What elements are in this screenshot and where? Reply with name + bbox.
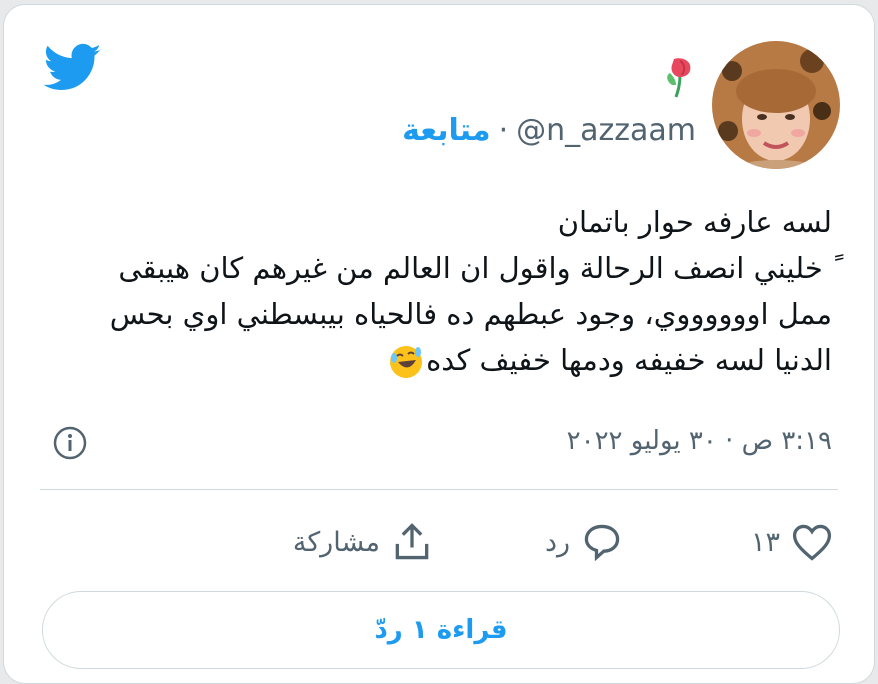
author-handle-line: متابعة · @n_azzaam xyxy=(402,109,696,153)
reply-bubble-icon xyxy=(584,524,620,562)
tweet-line-4: الدنيا لسه خفيفه ودمها خفيف كده xyxy=(426,343,832,377)
info-icon[interactable] xyxy=(52,425,88,461)
tweet-line-2: ً خليني انصف الرحالة واقول ان العالم من … xyxy=(118,251,832,285)
like-count: ١٣ xyxy=(750,526,780,558)
tweet-text: لسه عارفه حوار باتمان ً خليني انصف الرحا… xyxy=(32,199,832,383)
share-label: مشاركة xyxy=(292,526,380,558)
twitter-bird-icon[interactable] xyxy=(44,43,102,93)
tweet-timestamp[interactable]: ٣:١٩ ص · ٣٠ يوليو ٢٠٢٢ xyxy=(567,419,832,463)
tweet-line-4-wrap: الدنيا لسه خفيفه ودمها خفيف كده xyxy=(32,337,832,383)
follow-button[interactable]: متابعة xyxy=(402,113,490,148)
like-button[interactable]: ١٣ xyxy=(741,517,834,567)
share-button[interactable]: مشاركة xyxy=(283,517,434,567)
share-icon xyxy=(395,523,429,560)
avatar[interactable] xyxy=(712,41,840,169)
author-handle[interactable]: @n_azzaam xyxy=(516,113,696,148)
reply-label: رد xyxy=(544,526,570,558)
read-replies-button[interactable]: قراءة ١ ردّ xyxy=(42,591,840,669)
tweet-line-3: ممل اووووووي، وجود عبطهم ده فالحياه بيبس… xyxy=(109,297,832,331)
divider xyxy=(40,489,838,490)
handle-separator: · xyxy=(498,113,509,148)
heart-icon xyxy=(792,524,832,561)
tweet-line-1: لسه عارفه حوار باتمان xyxy=(557,205,832,239)
reply-button[interactable]: رد xyxy=(535,517,624,567)
tweet-embed-card: متابعة · @n_azzaam لسه عارفه حوار باتمان ً… xyxy=(3,4,875,684)
read-replies-label: قراءة ١ ردّ xyxy=(374,615,508,645)
laughing-emoji-icon xyxy=(390,346,423,378)
tulip-emoji-icon xyxy=(667,58,691,98)
